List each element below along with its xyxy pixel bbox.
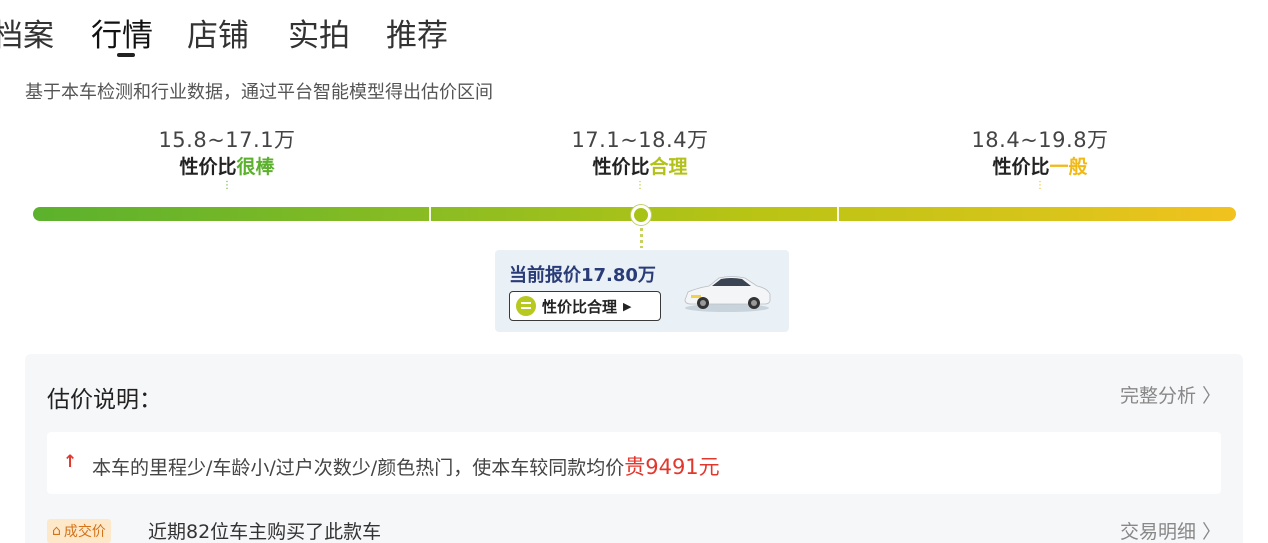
play-arrow-icon: ▶ bbox=[623, 299, 632, 313]
range-rating: 性价比一般 bbox=[992, 156, 1088, 178]
bar-divider bbox=[429, 207, 431, 221]
range-dots: ⋮ bbox=[222, 180, 232, 191]
current-price-label: 当前报价17.80万 bbox=[509, 265, 656, 286]
tab-archive[interactable]: 档案 bbox=[0, 14, 54, 58]
range-price: 18.4~19.8万 bbox=[971, 128, 1109, 152]
bar-divider bbox=[837, 207, 839, 221]
recent-buyers-text: 近期82位车主购买了此款车 bbox=[148, 521, 382, 543]
neutral-face-icon bbox=[516, 296, 536, 316]
active-tab-indicator bbox=[117, 53, 135, 57]
estimate-description: 基于本车检测和行业数据，通过平台智能模型得出估价区间 bbox=[25, 82, 493, 103]
range-rating: 性价比合理 bbox=[592, 156, 688, 178]
transaction-details-link[interactable]: 交易明细 〉 bbox=[1120, 517, 1221, 543]
tab-market[interactable]: 行情 bbox=[91, 14, 153, 58]
tab-shop[interactable]: 店铺 bbox=[187, 14, 249, 58]
full-analysis-link[interactable]: 完整分析 〉 bbox=[1120, 381, 1221, 408]
tab-photos[interactable]: 实拍 bbox=[288, 14, 350, 58]
price-difference: 贵9491元 bbox=[624, 455, 720, 479]
price-reason-box: ↑ 本车的里程少/车龄小/过户次数少/颜色热门，使本车较同款均价贵9491元 bbox=[47, 432, 1221, 494]
range-dots: ⋮ bbox=[635, 180, 645, 191]
panel-title: 估价说明： bbox=[47, 387, 162, 413]
car-thumbnail bbox=[684, 276, 771, 312]
tab-recommend[interactable]: 推荐 bbox=[386, 14, 448, 58]
deal-price-badge: ⌂ 成交价 bbox=[47, 519, 111, 543]
current-price-marker bbox=[631, 205, 651, 225]
marker-connector bbox=[640, 228, 643, 248]
value-rating-text: 性价比合理 bbox=[542, 297, 618, 316]
range-price: 15.8~17.1万 bbox=[158, 128, 296, 152]
estimate-explanation-panel: 估价说明： 完整分析 〉 ↑ 本车的里程少/车龄小/过户次数少/颜色热门，使本车… bbox=[25, 354, 1243, 543]
range-reasonable: 17.1~18.4万 性价比合理 ⋮ bbox=[510, 126, 770, 192]
range-excellent: 15.8~17.1万 性价比很棒 ⋮ bbox=[97, 126, 357, 192]
tag-icon: ⌂ bbox=[52, 523, 61, 539]
arrow-up-icon: ↑ bbox=[63, 452, 78, 472]
current-price-card: 当前报价17.80万 性价比合理 ▶ bbox=[495, 250, 789, 332]
range-average: 18.4~19.8万 性价比一般 ⋮ bbox=[910, 126, 1170, 192]
reason-text: 本车的里程少/车龄小/过户次数少/颜色热门，使本车较同款均价贵9491元 bbox=[92, 455, 720, 479]
range-price: 17.1~18.4万 bbox=[571, 128, 709, 152]
range-rating: 性价比很棒 bbox=[179, 156, 275, 178]
value-rating-badge[interactable]: 性价比合理 ▶ bbox=[509, 291, 661, 321]
range-dots: ⋮ bbox=[1035, 180, 1045, 191]
